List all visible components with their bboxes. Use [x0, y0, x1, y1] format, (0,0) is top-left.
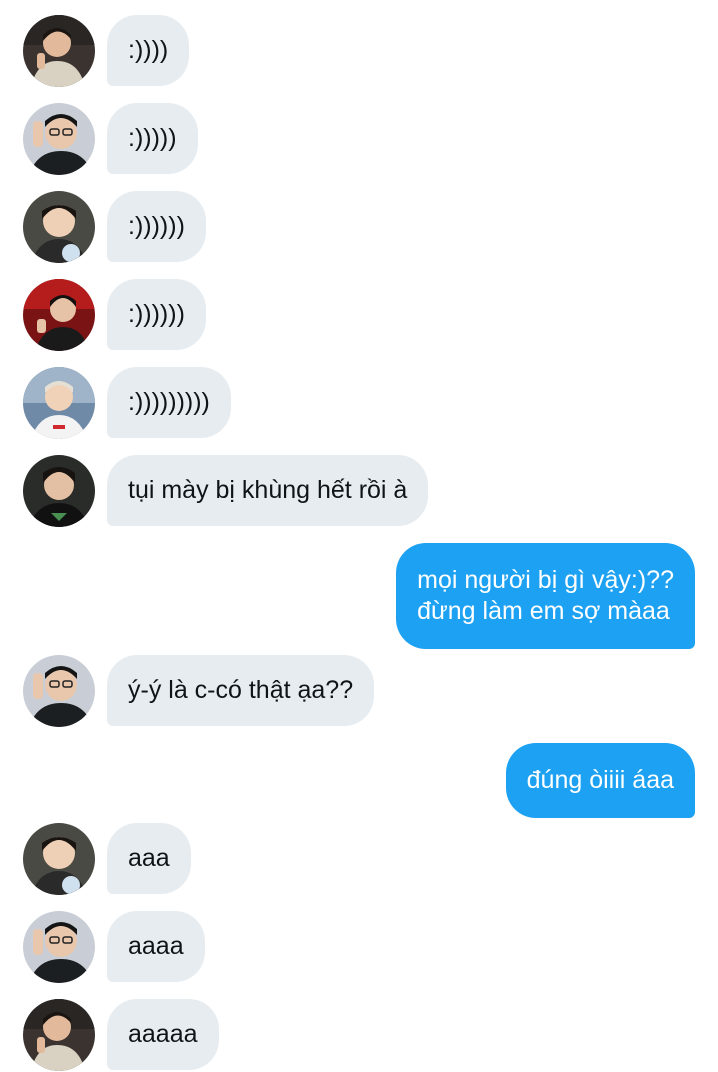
- message-line: đừng làm em sợ màaa: [417, 597, 670, 625]
- message-bubble[interactable]: :)))))): [107, 279, 206, 350]
- message-line: mọi người bị gì vậy:)??: [417, 566, 674, 594]
- avatar[interactable]: [23, 455, 95, 527]
- message-bubble[interactable]: :))))): [107, 103, 198, 174]
- message-bubble[interactable]: ý-ý là c-có thật ạa??: [107, 655, 375, 726]
- message-bubble[interactable]: :)))))): [107, 191, 206, 262]
- avatar[interactable]: [23, 367, 95, 439]
- message-bubble[interactable]: aaa: [107, 823, 191, 894]
- avatar[interactable]: [23, 15, 95, 87]
- avatar[interactable]: [23, 103, 95, 175]
- message-bubble[interactable]: aaaa: [107, 911, 205, 982]
- message-bubble-outgoing[interactable]: đúng òiiii áaa: [505, 743, 695, 818]
- avatar[interactable]: [23, 655, 95, 727]
- message-bubble-outgoing[interactable]: mọi người bị gì vậy:)?? đừng làm em sợ m…: [396, 543, 695, 649]
- avatar[interactable]: [23, 823, 95, 895]
- message-bubble[interactable]: tụi mày bị khùng hết rồi à: [107, 455, 429, 526]
- avatar[interactable]: [23, 999, 95, 1071]
- avatar[interactable]: [23, 191, 95, 263]
- avatar[interactable]: [23, 279, 95, 351]
- message-bubble[interactable]: :))))))))): [107, 367, 231, 438]
- message-bubble[interactable]: :)))): [107, 15, 190, 86]
- message-bubble[interactable]: aaaaa: [107, 999, 219, 1070]
- avatar[interactable]: [23, 911, 95, 983]
